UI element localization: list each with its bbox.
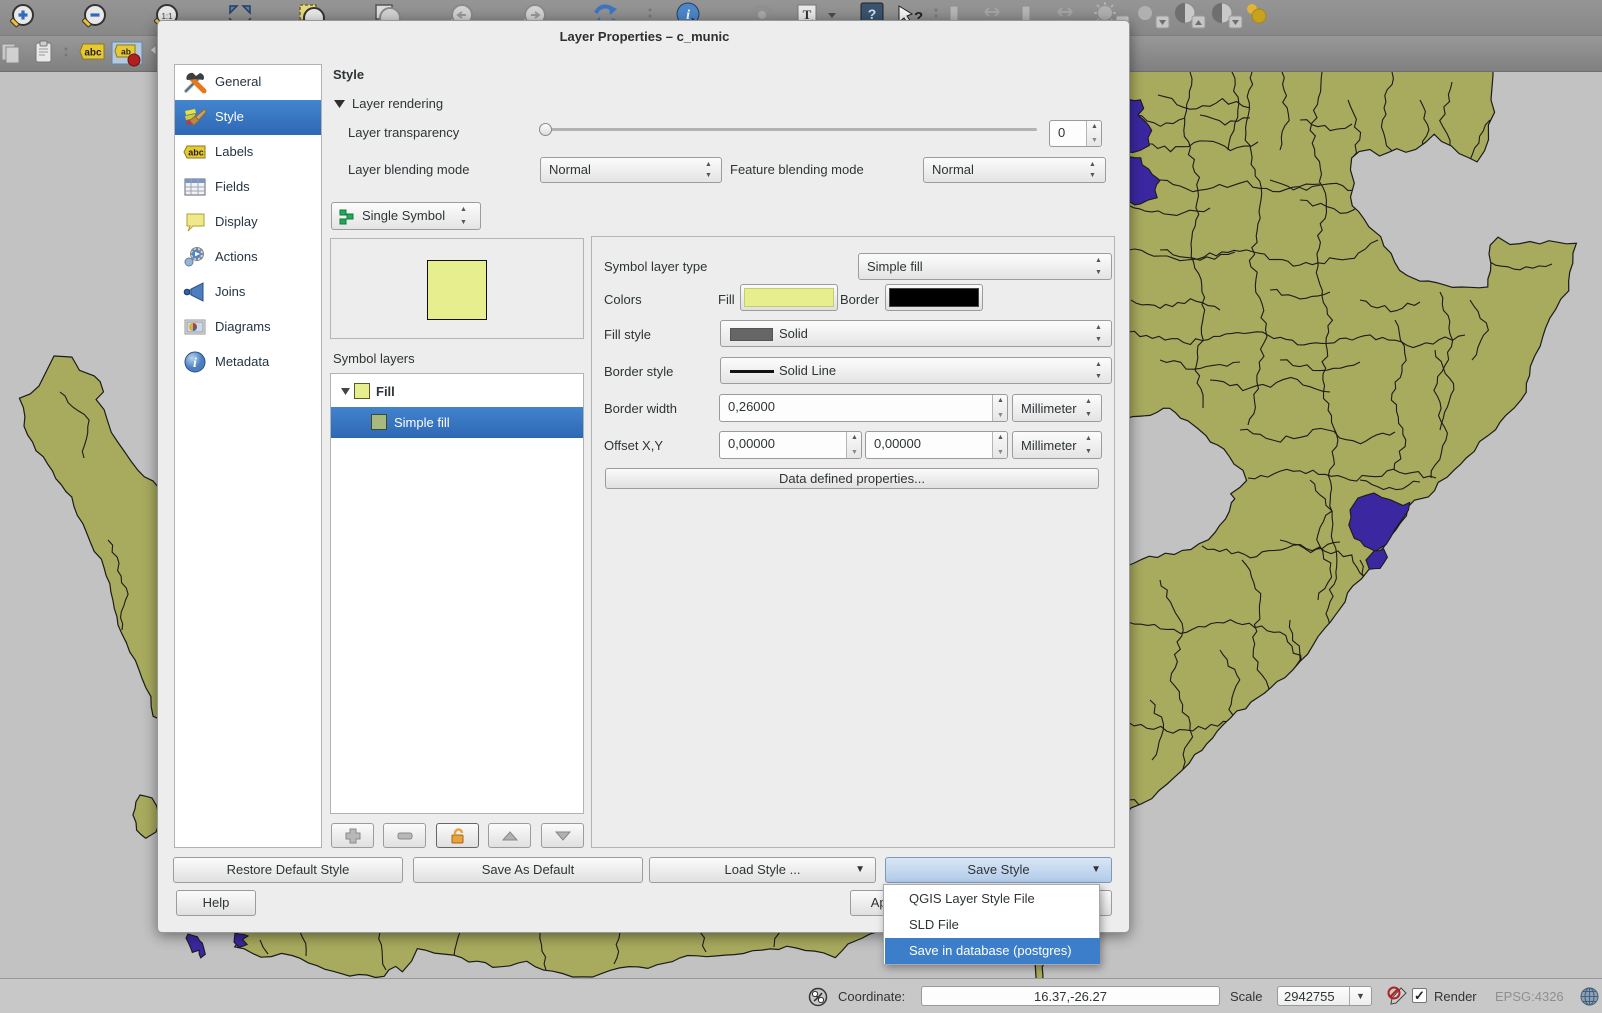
svg-text:i: i [193,356,197,371]
svg-text:ab: ab [121,47,131,57]
svg-text:abc: abc [188,148,204,158]
svg-text:abc: abc [84,48,102,59]
